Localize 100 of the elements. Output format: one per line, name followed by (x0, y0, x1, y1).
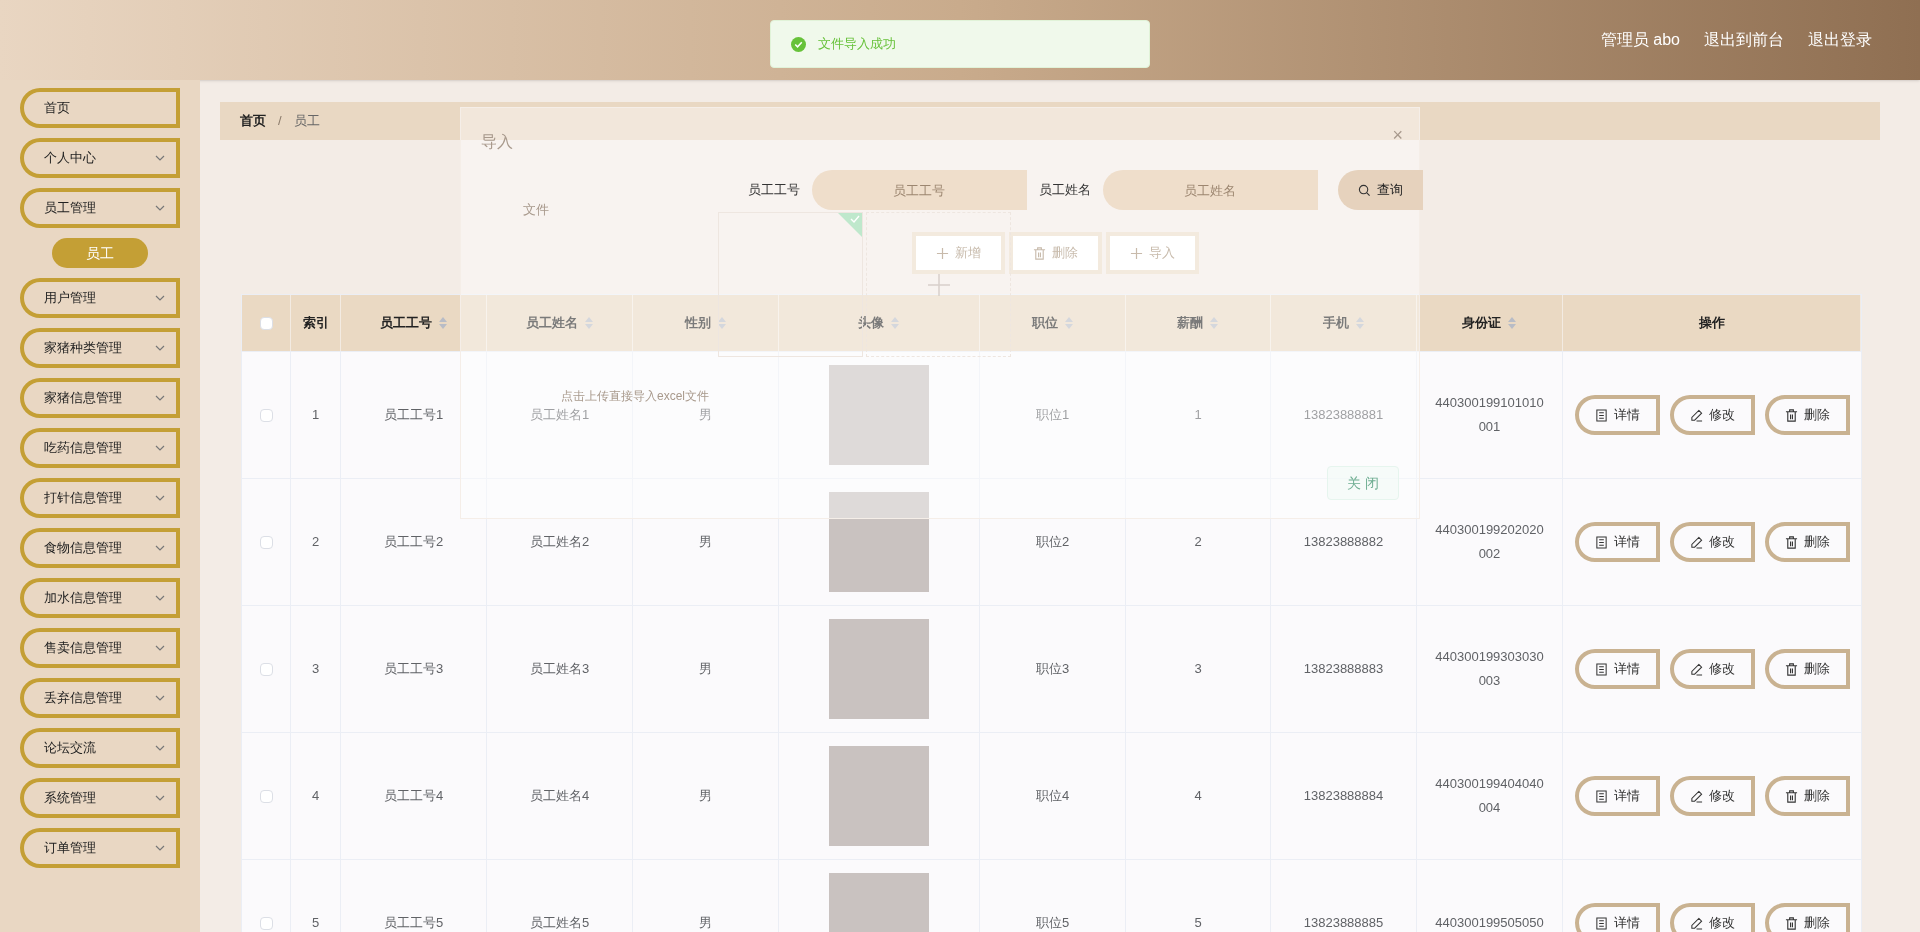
row-action-button[interactable]: 删除 (1764, 522, 1850, 562)
pencil-icon (1689, 662, 1703, 676)
sidebar-item[interactable]: 订单管理 (20, 828, 180, 868)
row-checkbox[interactable] (259, 408, 273, 422)
table-cell-text: 13823888884 (1303, 787, 1384, 805)
sidebar-item[interactable]: 系统管理 (20, 778, 180, 818)
pencil-icon (1689, 916, 1703, 930)
table-cell-text: 2 (1194, 533, 1202, 551)
sidebar-item[interactable]: 打针信息管理 (20, 478, 180, 518)
toast-message: 文件导入成功 (818, 35, 896, 54)
sort-icon[interactable] (1209, 316, 1219, 330)
column-header[interactable]: 索引 (291, 295, 341, 351)
sidebar-item[interactable]: 家猪种类管理 (20, 328, 180, 368)
table-cell-text: 13823888885 (1303, 914, 1384, 932)
sidebar-item[interactable]: 售卖信息管理 (20, 628, 180, 668)
table-cell-text: 男 (699, 787, 712, 806)
row-action-button[interactable]: 删除 (1764, 903, 1850, 932)
dialog-title: 导入 (481, 132, 513, 152)
row-action-button[interactable]: 修改 (1669, 522, 1755, 562)
table-cell-text: 员工姓名5 (529, 914, 590, 932)
table-cell-text: 男 (699, 914, 712, 932)
sort-icon[interactable] (716, 316, 727, 330)
row-checkbox[interactable] (259, 662, 273, 676)
row-action-button[interactable]: 修改 (1669, 395, 1755, 435)
sidebar-item[interactable]: 加水信息管理 (20, 578, 180, 618)
upload-hint: 点击上传直接导入excel文件 (561, 389, 709, 403)
search-icon (1357, 183, 1371, 197)
row-checkbox[interactable] (259, 916, 273, 930)
table-cell-text: 13823888881 (1303, 406, 1384, 424)
search-field[interactable]: 员工工号 (811, 170, 1027, 210)
column-header[interactable]: 手机 (1271, 295, 1417, 351)
column-header[interactable]: 员工工号 (341, 295, 487, 351)
column-header[interactable]: 性别 (633, 295, 779, 351)
table-cell-text: 2 (311, 533, 320, 552)
sidebar-item[interactable]: 用户管理 (20, 278, 180, 318)
sort-icon[interactable] (1507, 316, 1517, 330)
header-checkbox[interactable] (259, 316, 273, 330)
row-checkbox[interactable] (259, 535, 273, 549)
trash-icon (1032, 246, 1046, 260)
document-icon (1594, 535, 1608, 549)
row-action-button[interactable]: 删除 (1764, 649, 1850, 689)
column-header[interactable]: 操作 (1563, 295, 1861, 351)
search-button[interactable]: 查询 (1337, 170, 1423, 210)
sidebar-item[interactable]: 丢弃信息管理 (20, 678, 180, 718)
row-action-button[interactable]: 删除 (1764, 776, 1850, 816)
sidebar-item[interactable]: 食物信息管理 (20, 528, 180, 568)
row-action-button[interactable]: 详情 (1574, 649, 1660, 689)
column-header[interactable]: 职位 (980, 295, 1126, 351)
table-cell-text: 440300199303030003 (1434, 648, 1545, 690)
row-action-button[interactable]: 详情 (1574, 522, 1660, 562)
row-action-button[interactable]: 详情 (1574, 776, 1660, 816)
table-cell-text: 440300199202020002 (1434, 521, 1545, 563)
header-link[interactable]: 管理员 abo (1600, 28, 1680, 52)
table-cell-text: 职位4 (1035, 787, 1070, 805)
column-header[interactable]: 身份证 (1417, 295, 1563, 351)
sort-icon[interactable] (583, 316, 594, 330)
row-action-button[interactable]: 修改 (1669, 649, 1755, 689)
table-cell-text: 3 (1194, 660, 1202, 678)
row-action-button[interactable]: 详情 (1574, 903, 1660, 932)
header-link[interactable]: 退出到前台 (1704, 28, 1784, 52)
table-cell-text: 440300199505050 (1435, 914, 1544, 932)
trash-icon (1784, 916, 1798, 930)
trash-icon (1784, 789, 1798, 803)
sidebar-item[interactable]: 论坛交流 (20, 728, 180, 768)
table-cell-text: 员工工号4 (383, 787, 444, 806)
plus-icon (926, 272, 951, 297)
row-action-button[interactable]: 修改 (1669, 776, 1755, 816)
sidebar-item[interactable]: 首页 (20, 88, 180, 128)
table-cell-text: 13823888882 (1303, 533, 1384, 551)
sidebar-item[interactable]: 个人中心 (20, 138, 180, 178)
sidebar-item[interactable]: 员工管理 (20, 188, 180, 228)
field-label: 员工姓名 (1038, 181, 1091, 200)
table-cell-text: 440300199404040004 (1434, 775, 1545, 817)
table-cell-text: 员工姓名2 (529, 533, 590, 552)
table-cell-text: 4 (1194, 787, 1202, 805)
trash-icon (1784, 662, 1798, 676)
sidebar-item[interactable]: 吃药信息管理 (20, 428, 180, 468)
sort-icon[interactable] (1354, 316, 1365, 330)
trash-icon (1784, 535, 1798, 549)
row-action-button[interactable]: 删除 (1764, 395, 1850, 435)
table-cell-text: 员工姓名3 (529, 660, 590, 679)
table-cell-text: 员工工号1 (383, 406, 444, 425)
column-header[interactable]: 薪酬 (1126, 295, 1271, 351)
sort-icon[interactable] (1063, 316, 1074, 330)
pencil-icon (1689, 789, 1703, 803)
row-action-button[interactable]: 详情 (1574, 395, 1660, 435)
table-cell-text: 13823888883 (1303, 660, 1384, 678)
table-cell-text: 1 (1194, 406, 1202, 424)
sidebar-item[interactable]: 家猪信息管理 (20, 378, 180, 418)
row-checkbox[interactable] (259, 789, 273, 803)
row-action-button[interactable]: 修改 (1669, 903, 1755, 932)
table-cell-text: 员工工号5 (383, 914, 444, 932)
breadcrumb-link[interactable]: 员工 (293, 111, 320, 131)
sort-icon[interactable] (437, 316, 448, 330)
column-header[interactable]: 员工姓名 (487, 295, 633, 351)
search-field[interactable]: 员工姓名 (1102, 170, 1318, 210)
header-link[interactable]: 退出登录 (1808, 28, 1872, 52)
pencil-icon (1689, 408, 1703, 422)
sort-icon[interactable] (890, 316, 900, 330)
breadcrumb-link[interactable]: 首页 (240, 111, 266, 131)
